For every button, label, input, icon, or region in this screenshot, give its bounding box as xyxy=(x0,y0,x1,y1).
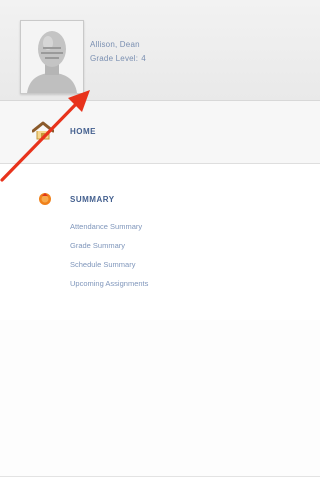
grade-summary-link[interactable]: Grade Summary xyxy=(70,241,148,260)
attendance-summary-link[interactable]: Attendance Summary xyxy=(70,222,148,241)
user-silhouette-icon xyxy=(21,21,83,93)
nav-item-home[interactable]: HOME xyxy=(0,101,320,164)
grade-level-value: 4 xyxy=(141,54,146,63)
nav-summary-heading[interactable]: SUMMARY xyxy=(70,195,115,204)
summary-bullet-icon xyxy=(39,193,51,205)
grade-level-label: Grade Level: xyxy=(90,54,139,63)
student-portal-panel: Allison, Dean Grade Level: 4 HOME SUMMARY… xyxy=(0,0,320,477)
summary-section: SUMMARY Attendance Summary Grade Summary… xyxy=(0,164,320,477)
nav-home-label: HOME xyxy=(70,127,96,136)
summary-links-list: Attendance Summary Grade Summary Schedul… xyxy=(70,222,148,298)
student-profile-header: Allison, Dean Grade Level: 4 xyxy=(0,0,320,101)
schedule-summary-link[interactable]: Schedule Summary xyxy=(70,260,148,279)
home-icon xyxy=(32,121,54,140)
avatar xyxy=(20,20,84,94)
upcoming-assignments-link[interactable]: Upcoming Assignments xyxy=(70,279,148,298)
student-name: Allison, Dean xyxy=(90,40,140,49)
student-grade-level: Grade Level: 4 xyxy=(90,54,146,63)
